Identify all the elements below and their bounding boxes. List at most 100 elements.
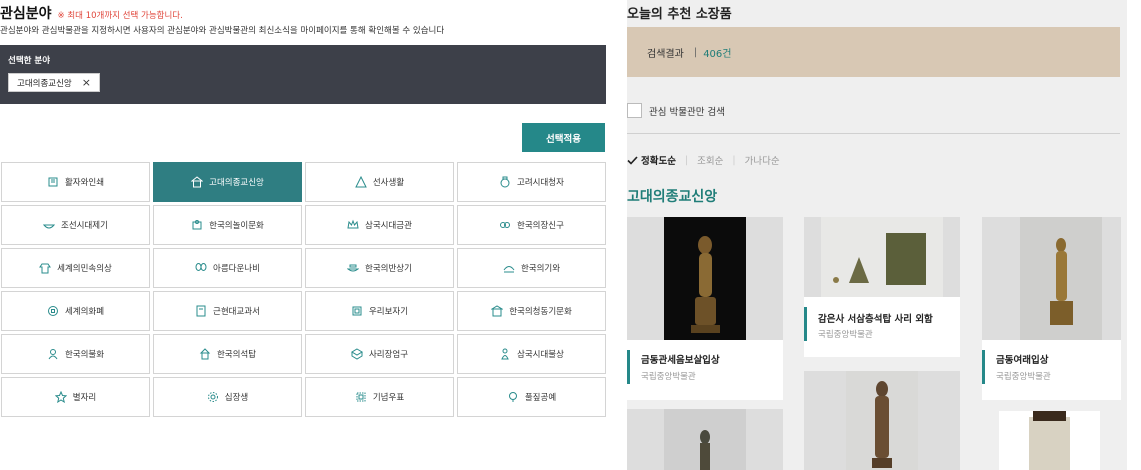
category-item[interactable]: 고대의종교신앙 (153, 162, 302, 202)
close-icon[interactable]: × (82, 76, 91, 89)
category-label: 근현대교과서 (213, 307, 260, 317)
collection-card-image[interactable] (804, 371, 960, 470)
category-item[interactable]: 한국의반상기 (305, 248, 454, 288)
search-result-banner: 검색결과 | 406건 (627, 27, 1120, 77)
card-title[interactable]: 감은사 서삼층석탑 사리 외함 (818, 311, 933, 325)
card-museum: 국립중앙박물관 (818, 330, 873, 340)
wrapping-cloth-icon (351, 305, 363, 317)
category-label: 별자리 (72, 393, 97, 403)
apply-selection-button[interactable]: 선택적용 (522, 123, 605, 152)
category-item[interactable]: 한국의장신구 (457, 205, 606, 245)
category-item[interactable]: 삼국시대불상 (457, 334, 606, 374)
category-label: 한국의반상기 (365, 264, 412, 274)
book-icon (47, 176, 59, 188)
category-label: 우리보자기 (368, 307, 409, 317)
category-item[interactable]: 별자리 (1, 377, 150, 417)
divider: | (693, 46, 698, 58)
category-item[interactable]: 세계의민속의상 (1, 248, 150, 288)
category-item[interactable]: 한국의청동기문화 (457, 291, 606, 331)
divider: | (732, 154, 736, 166)
search-result-count: 406건 (703, 48, 732, 60)
category-label: 세계의민속의상 (57, 264, 112, 274)
category-label: 세계의화폐 (64, 307, 105, 317)
sort-options: 정확도순 | 조회순 | 가나다순 (627, 153, 780, 167)
collection-card-image[interactable] (804, 217, 960, 297)
category-item[interactable]: 근현대교과서 (153, 291, 302, 331)
bowl-icon (43, 219, 56, 231)
search-result-label: 검색결과 (647, 48, 684, 60)
category-label: 고대의종교신앙 (209, 178, 264, 188)
sort-alphabetical[interactable]: 가나다순 (745, 153, 780, 167)
category-item[interactable]: 조선시대제기 (1, 205, 150, 245)
sort-views[interactable]: 조회순 (697, 153, 723, 167)
selected-fields-label: 선택한 분야 (8, 56, 51, 66)
collection-card[interactable]: 감은사 서삼층석탑 사리 외함 국립중앙박물관 (804, 297, 960, 357)
category-label: 한국의놀이문화 (209, 221, 264, 231)
collection-card-image[interactable] (627, 217, 783, 340)
puzzle-icon (191, 219, 203, 231)
card-accent-bar (804, 307, 807, 341)
recommended-title: 오늘의 추천 소장품 (627, 7, 732, 22)
check-icon (627, 155, 638, 165)
category-item[interactable]: 아름다운나비 (153, 248, 302, 288)
category-item[interactable]: 기념우표 (305, 377, 454, 417)
butterfly-icon (195, 262, 207, 274)
scrollbar[interactable] (1127, 0, 1141, 470)
collection-card[interactable]: 금동관세음보살입상 국립중앙박물관 (627, 340, 783, 400)
divider (627, 133, 1120, 134)
collection-card-image[interactable] (982, 217, 1121, 340)
selected-chip: 고대의종교신앙 × (8, 73, 100, 92)
textbook-icon (195, 305, 207, 317)
buddha-painting-icon (47, 348, 59, 360)
category-label: 기념우표 (372, 393, 405, 403)
checkbox[interactable] (627, 103, 642, 118)
category-label: 한국의장신구 (517, 221, 564, 231)
category-label: 십장생 (224, 393, 249, 403)
category-item[interactable]: 한국의기와 (457, 248, 606, 288)
category-label: 한국의불화 (64, 350, 105, 360)
category-item[interactable]: 한국의석탑 (153, 334, 302, 374)
category-label: 선사생활 (372, 178, 405, 188)
sort-accuracy[interactable]: 정확도순 (627, 153, 676, 167)
card-accent-bar (627, 350, 630, 384)
category-item[interactable]: 풀짚공예 (457, 377, 606, 417)
checkbox-label: 관심 박물관만 검색 (649, 106, 725, 118)
card-title[interactable]: 금동여래입상 (996, 352, 1048, 366)
page-title: 관심분야 (0, 6, 52, 22)
category-item[interactable]: 한국의놀이문화 (153, 205, 302, 245)
interest-panel: 관심분야 ※ 최대 10개까지 선택 가능합니다. 관심분야와 관심박물관을 지… (0, 0, 612, 470)
interest-title-row: 관심분야 ※ 최대 10개까지 선택 가능합니다. (0, 3, 183, 23)
coin-icon (47, 305, 59, 317)
card-museum: 국립중앙박물관 (641, 372, 696, 382)
category-item[interactable]: 삼국시대금관 (305, 205, 454, 245)
category-item[interactable]: 고려시대청자 (457, 162, 606, 202)
category-label: 활자와인쇄 (64, 178, 105, 188)
selection-limit-note: ※ 최대 10개까지 선택 가능합니다. (57, 11, 183, 21)
category-label: 한국의청동기문화 (509, 307, 572, 317)
category-item[interactable]: 사리장엄구 (305, 334, 454, 374)
category-item[interactable]: 십장생 (153, 377, 302, 417)
collection-card-image[interactable] (999, 411, 1100, 470)
stamp-icon (355, 391, 367, 403)
clothes-icon (39, 262, 52, 274)
category-label: 삼국시대금관 (365, 221, 412, 231)
interest-description: 관심분야와 관심박물관을 지정하시면 사용자의 관심분야와 관심박물관의 최신소… (0, 26, 445, 36)
category-label: 고려시대청자 (517, 178, 564, 188)
category-label: 한국의기와 (520, 264, 561, 274)
collection-card[interactable]: 금동여래입상 국립중앙박물관 (982, 340, 1121, 400)
category-item[interactable]: 우리보자기 (305, 291, 454, 331)
collection-card-image[interactable] (627, 409, 783, 470)
category-grid: 활자와인쇄 고대의종교신앙 선사생활 고려시대청자조선시대제기 한국의놀이문화 삼국시대금… (1, 162, 607, 417)
straw-craft-icon (507, 391, 519, 403)
interest-museum-filter[interactable]: 관심 박물관만 검색 (627, 103, 725, 118)
card-title[interactable]: 금동관세음보살입상 (641, 352, 720, 366)
longevity-icon (207, 391, 219, 403)
ornament-icon (499, 219, 511, 231)
buddha-statue-icon (499, 348, 511, 360)
sort-accuracy-label: 정확도순 (641, 156, 676, 167)
category-label: 아름다운나비 (213, 264, 260, 274)
category-item[interactable]: 세계의화폐 (1, 291, 150, 331)
category-item[interactable]: 한국의불화 (1, 334, 150, 374)
category-item[interactable]: 활자와인쇄 (1, 162, 150, 202)
category-item[interactable]: 선사생활 (305, 162, 454, 202)
